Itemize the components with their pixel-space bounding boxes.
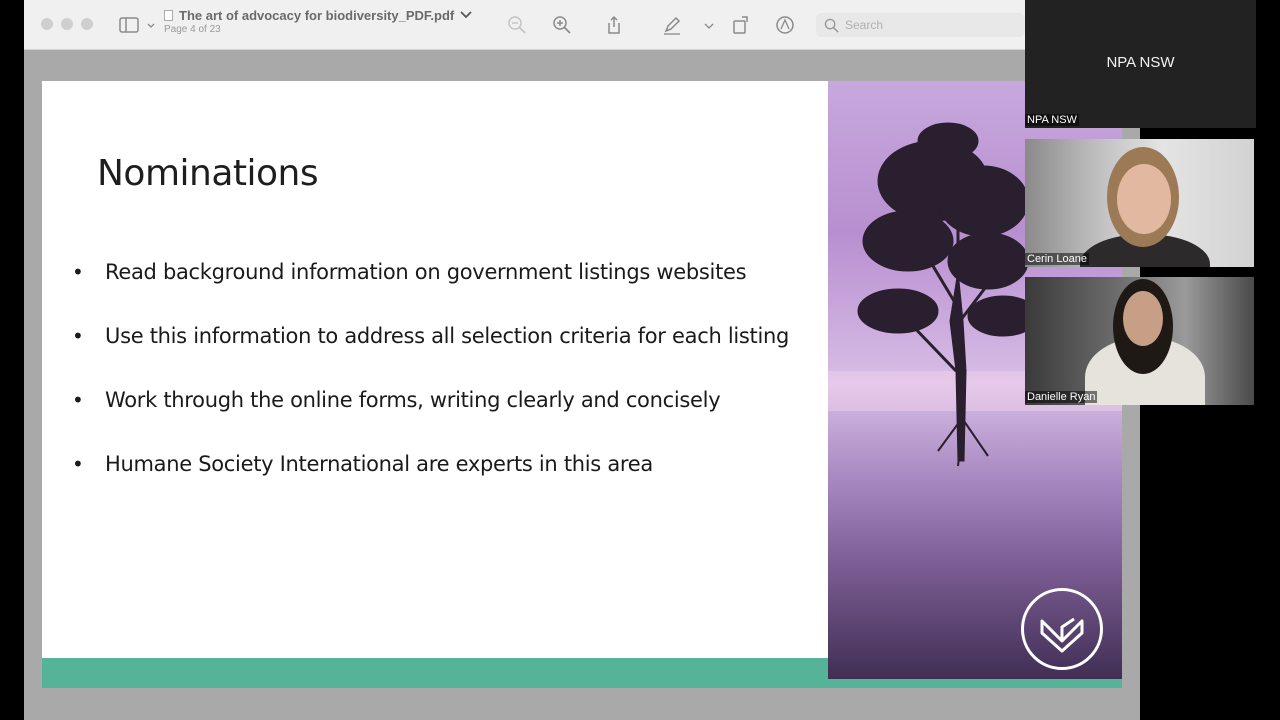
- search-field[interactable]: [816, 13, 1025, 37]
- participant-video-tile[interactable]: Cerin Loane: [1025, 139, 1254, 267]
- zoom-out-icon[interactable]: [506, 14, 528, 36]
- preview-window: The art of advocacy for biodiversity_PDF…: [24, 0, 1140, 720]
- page-indicator: Page 4 of 23: [164, 24, 221, 35]
- document-icon: [164, 10, 173, 21]
- slide-page: Nominations Read background information …: [42, 81, 1122, 688]
- rotate-icon[interactable]: [730, 14, 752, 36]
- leaf-logo-icon: [1040, 617, 1084, 653]
- sidebar-toggle-icon[interactable]: [118, 14, 140, 36]
- sidebar-chevron-down-icon[interactable]: [140, 14, 155, 36]
- participant-face: [1117, 164, 1171, 234]
- tree-silhouette: [857, 122, 1038, 467]
- bullet-item: Read background information on governmen…: [72, 256, 812, 288]
- organization-logo: [1021, 588, 1103, 670]
- photo-accent-bar: [828, 679, 1122, 688]
- bullet-item: Work through the online forms, writing c…: [72, 384, 812, 416]
- title-chevron-down-icon[interactable]: [460, 8, 472, 23]
- close-window-button[interactable]: [41, 18, 53, 30]
- document-title: The art of advocacy for biodiversity_PDF…: [179, 8, 455, 23]
- bullet-list: Read background information on governmen…: [72, 256, 812, 512]
- search-icon: [824, 18, 839, 33]
- participant-name-label: Danielle Ryan: [1025, 391, 1098, 403]
- participant-video-tile[interactable]: Danielle Ryan: [1025, 277, 1254, 405]
- host-name-label: NPA NSW: [1025, 114, 1079, 126]
- maximize-window-button[interactable]: [81, 18, 93, 30]
- document-title-area[interactable]: The art of advocacy for biodiversity_PDF…: [164, 8, 472, 35]
- bullet-item: Use this information to address all sele…: [72, 320, 812, 352]
- host-video-tile[interactable]: NPA NSW NPA NSW: [1025, 0, 1256, 128]
- zoom-in-icon[interactable]: [551, 14, 573, 36]
- participant-name-label: Cerin Loane: [1025, 253, 1089, 265]
- participant-face: [1123, 291, 1163, 346]
- share-icon[interactable]: [603, 14, 625, 36]
- bullet-item: Humane Society International are experts…: [72, 448, 812, 480]
- host-tile-title: NPA NSW: [1106, 54, 1175, 71]
- toolbar: The art of advocacy for biodiversity_PDF…: [24, 0, 1025, 50]
- minimize-window-button[interactable]: [61, 18, 73, 30]
- slide-title: Nominations: [97, 153, 319, 194]
- markup-chevron-down-icon[interactable]: [698, 14, 714, 36]
- markup-pen-icon[interactable]: [661, 14, 683, 36]
- search-input[interactable]: [845, 18, 1015, 32]
- accent-bar: [42, 658, 828, 688]
- annotate-icon[interactable]: [774, 14, 796, 36]
